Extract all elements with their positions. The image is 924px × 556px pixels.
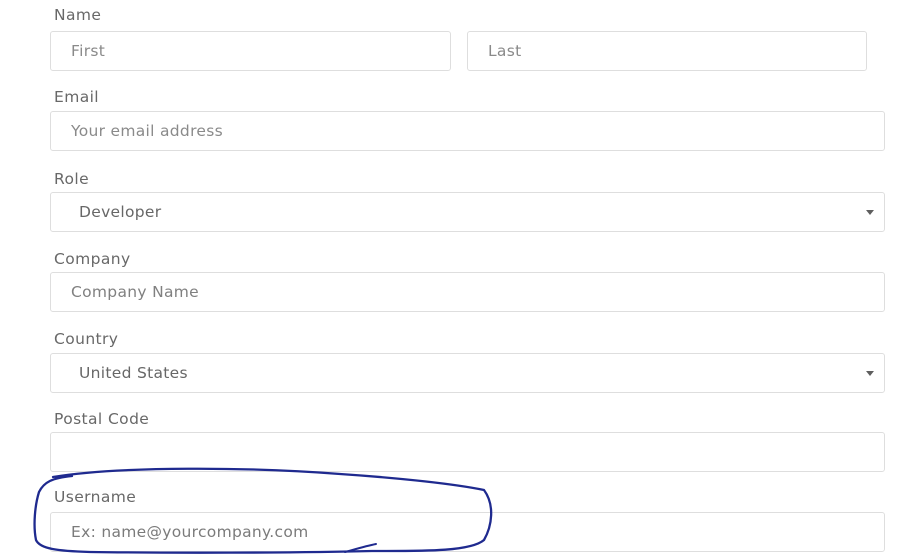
- country-select[interactable]: United States: [50, 353, 885, 393]
- chevron-down-icon: [866, 210, 874, 215]
- country-selected-value: United States: [79, 364, 188, 382]
- role-label: Role: [54, 170, 89, 188]
- first-name-input[interactable]: First: [50, 31, 451, 71]
- last-name-placeholder: Last: [488, 42, 522, 60]
- username-label: Username: [54, 488, 137, 506]
- role-select[interactable]: Developer: [50, 192, 885, 232]
- signup-form: Name First Last Email Your email address…: [0, 0, 924, 556]
- username-input[interactable]: Ex: name@yourcompany.com: [50, 512, 885, 552]
- last-name-input[interactable]: Last: [467, 31, 867, 71]
- country-label: Country: [54, 330, 119, 348]
- username-placeholder: Ex: name@yourcompany.com: [71, 523, 309, 541]
- company-input[interactable]: Company Name: [50, 272, 885, 312]
- email-placeholder: Your email address: [71, 122, 223, 140]
- first-name-placeholder: First: [71, 42, 106, 60]
- chevron-down-icon: [866, 371, 874, 376]
- email-label: Email: [54, 88, 100, 106]
- company-placeholder: Company Name: [71, 283, 199, 301]
- company-label: Company: [54, 250, 131, 268]
- postal-code-label: Postal Code: [54, 410, 150, 428]
- email-input[interactable]: Your email address: [50, 111, 885, 151]
- name-label: Name: [54, 6, 102, 24]
- role-selected-value: Developer: [79, 203, 162, 221]
- postal-code-input[interactable]: [50, 432, 885, 472]
